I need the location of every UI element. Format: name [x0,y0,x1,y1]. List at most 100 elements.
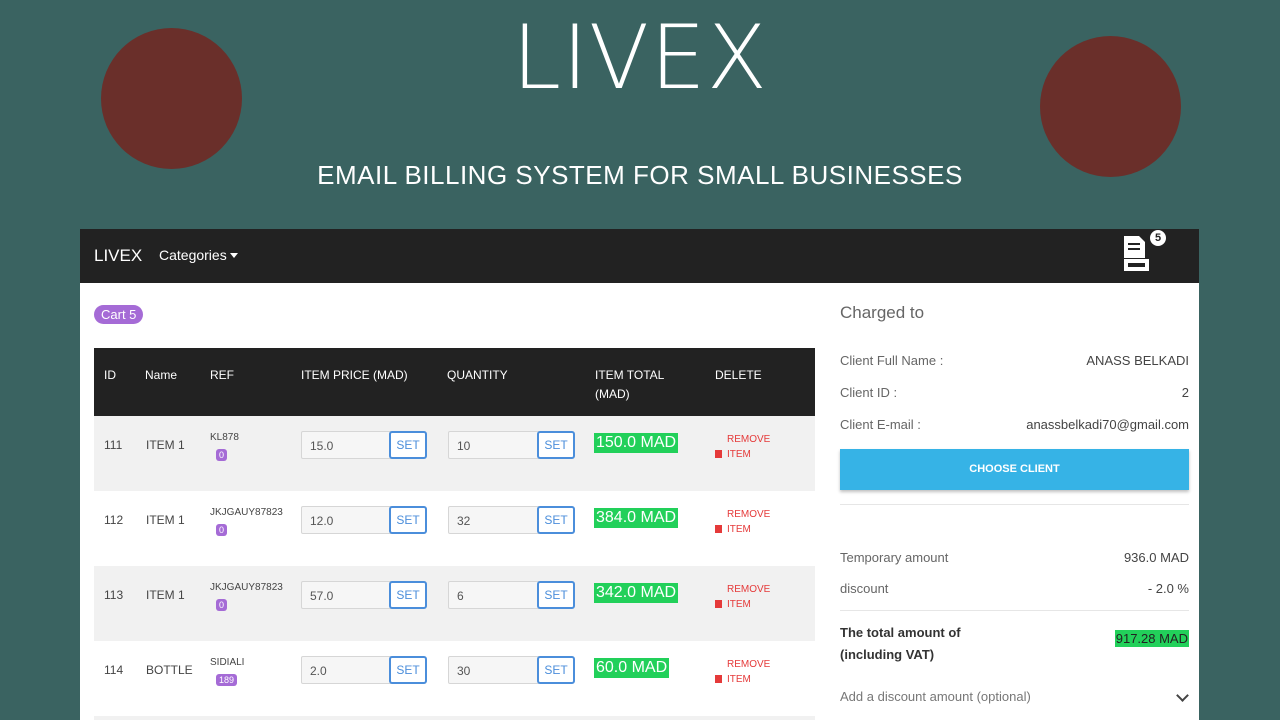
app-window: LIVEX Categories 5 Cart 5 ID Name REF IT… [80,229,1199,720]
set-quantity-button[interactable]: SET [537,656,575,684]
total-label: The total amount of (including VAT) [840,622,961,666]
client-id-row: Client ID : 2 [840,385,1189,400]
client-name-value: ANASS BELKADI [1086,353,1189,368]
set-price-button[interactable]: SET [389,506,427,534]
client-email-value: anassbelkadi70@gmail.com [1026,417,1189,432]
table-row: 111 ITEM 1 KL878 0 15.0 SET 10 SET 150.0… [94,416,815,491]
ref-badge: 189 [216,674,238,686]
set-price-button[interactable]: SET [389,431,427,459]
header-price: ITEM PRICE (MAD) [301,368,408,382]
price-input[interactable]: 15.0 [301,431,393,459]
invoice-count-badge: 5 [1150,230,1166,246]
charged-to-heading: Charged to [840,303,925,322]
add-discount-label: Add a discount amount (optional) [840,689,1031,704]
quantity-input[interactable]: 30 [448,656,540,684]
set-price-button[interactable]: SET [389,656,427,684]
set-price-button[interactable]: SET [389,581,427,609]
remove-item-label: REMOVE ITEM [727,659,771,685]
discount-label: discount [840,581,889,596]
client-name-label: Client Full Name : [840,353,944,368]
categories-label: Categories [159,247,227,263]
choose-client-button[interactable]: CHOOSE CLIENT [840,449,1189,490]
total-amount: 917.28 MAD [1114,630,1189,647]
set-quantity-button[interactable]: SET [537,506,575,534]
item-total: 60.0 MAD [594,658,670,678]
item-total: 342.0 MAD [594,583,679,603]
price-input[interactable]: 57.0 [301,581,393,609]
row-id: 113 [104,588,124,602]
table-row: 113 ITEM 1 JKJGAUY87823 0 57.0 SET 6 SET… [94,566,815,641]
divider [840,610,1189,611]
row-ref: JKJGAUY87823 [210,507,283,518]
table-row: 112 ITEM 1 JKJGAUY87823 0 12.0 SET 32 SE… [94,491,815,566]
header-ref: REF [210,368,234,382]
header-quantity: QUANTITY [447,368,508,382]
row-name: ITEM 1 [146,588,185,602]
header-total: ITEM TOTAL (MAD) [595,368,664,401]
discount-row: discount - 2.0 % [840,581,1189,596]
client-name-row: Client Full Name : ANASS BELKADI [840,353,1189,368]
ref-badge: 0 [216,449,228,461]
row-ref: KL878 [210,432,239,443]
quantity-input[interactable]: 32 [448,506,540,534]
add-discount-toggle[interactable]: Add a discount amount (optional) [840,689,1189,704]
trash-icon [715,600,722,608]
header-id: ID [104,368,116,382]
item-total: 150.0 MAD [594,433,679,453]
remove-item-label: REMOVE ITEM [727,434,771,460]
item-total: 384.0 MAD [594,508,679,528]
header-name: Name [145,368,178,382]
row-ref: SIDIALI [210,657,245,668]
row-ref: JKJGAUY87823 [210,582,283,593]
client-email-row: Client E-mail : anassbelkadi70@gmail.com [840,417,1189,432]
trash-icon [715,450,722,458]
billing-panel: Charged to Client Full Name : ANASS BELK… [840,303,1189,704]
remove-item-button[interactable]: REMOVE ITEM [715,582,787,612]
temp-amount-value: 936.0 MAD [1123,550,1189,565]
categories-dropdown[interactable]: Categories [159,247,238,263]
temp-amount-label: Temporary amount [840,550,949,565]
cart-table: ID Name REF ITEM PRICE (MAD) QUANTITY IT… [94,348,815,720]
remove-item-button[interactable]: REMOVE ITEM [715,432,787,462]
client-email-label: Client E-mail : [840,417,921,432]
table-row-partial [94,716,815,720]
row-id: 114 [104,663,124,677]
price-input[interactable]: 12.0 [301,506,393,534]
navbar: LIVEX Categories 5 [80,229,1199,283]
set-quantity-button[interactable]: SET [537,581,575,609]
set-quantity-button[interactable]: SET [537,431,575,459]
remove-item-label: REMOVE ITEM [727,509,771,535]
row-name: ITEM 1 [146,513,185,527]
trash-icon [715,525,722,533]
client-id-value: 2 [1181,385,1189,400]
divider [840,504,1189,505]
row-id: 112 [104,513,124,527]
trash-icon [715,675,722,683]
row-id: 111 [104,438,123,452]
remove-item-label: REMOVE ITEM [727,584,771,610]
table-header: ID Name REF ITEM PRICE (MAD) QUANTITY IT… [94,348,815,416]
total-label-line-1: The total amount of [840,625,961,640]
row-name: BOTTLE [146,663,193,677]
ref-badge: 0 [216,524,228,536]
client-id-label: Client ID : [840,385,898,400]
header-delete: DELETE [715,368,762,382]
temp-amount-row: Temporary amount 936.0 MAD [840,550,1189,565]
invoice-icon[interactable] [1122,234,1152,274]
total-label-line-2: (including VAT) [840,647,935,662]
quantity-input[interactable]: 6 [448,581,540,609]
discount-value: - 2.0 % [1147,581,1189,596]
hero-subtitle: EMAIL BILLING SYSTEM FOR SMALL BUSINESSE… [317,160,963,190]
quantity-input[interactable]: 10 [448,431,540,459]
chevron-down-icon [1176,689,1189,702]
price-input[interactable]: 2.0 [301,656,393,684]
remove-item-button[interactable]: REMOVE ITEM [715,657,787,687]
table-row: 114 BOTTLE SIDIALI 189 2.0 SET 30 SET 60… [94,641,815,716]
cart-badge: Cart 5 [94,305,144,324]
row-name: ITEM 1 [146,438,185,452]
caret-down-icon [229,253,238,258]
hero-title: LIVEX [511,6,769,109]
navbar-brand[interactable]: LIVEX [94,246,142,266]
ref-badge: 0 [216,599,228,611]
remove-item-button[interactable]: REMOVE ITEM [715,507,787,537]
